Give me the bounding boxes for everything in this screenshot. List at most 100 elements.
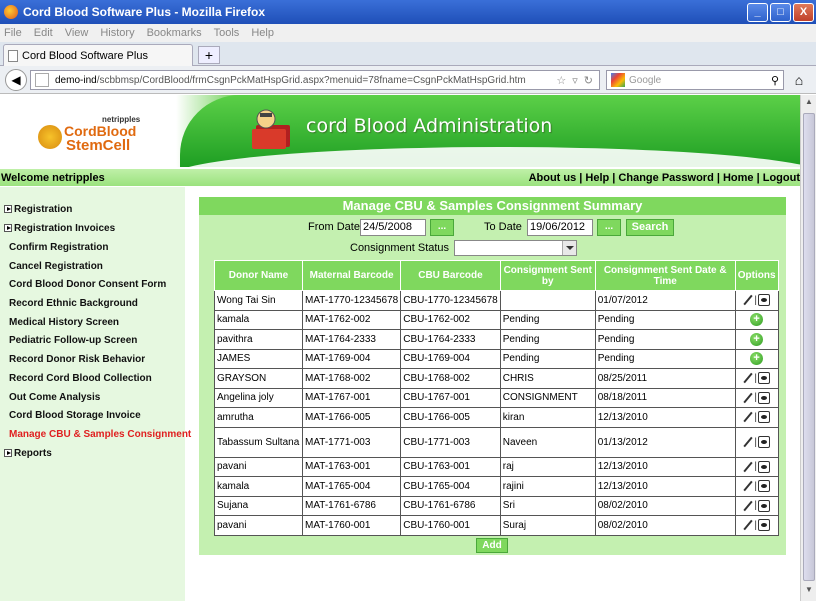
sidebar-item-cord-blood-collection[interactable]: Record Cord Blood Collection — [9, 373, 152, 384]
view-details-icon[interactable] — [757, 372, 770, 385]
navigation-bar: ◀ demo-ind/scbbmsp/CordBlood/frmCsgnPckM… — [0, 66, 816, 94]
donor-name-cell: Angelina joly — [214, 387, 303, 408]
scroll-thumb[interactable] — [803, 113, 815, 581]
bookmark-star-icon[interactable]: ☆ — [556, 74, 566, 87]
edit-pencil-icon[interactable] — [743, 437, 753, 447]
top-links[interactable]: About us | Help | Change Password | Home… — [529, 172, 800, 184]
add-consignment-icon[interactable]: + — [750, 352, 764, 366]
search-button[interactable]: Search — [626, 219, 674, 236]
add-consignment-icon[interactable]: + — [750, 332, 764, 346]
page-title: Manage CBU & Samples Consignment Summary — [199, 197, 786, 215]
chevron-down-icon[interactable] — [562, 241, 576, 255]
edit-pencil-icon[interactable] — [743, 295, 753, 305]
sidebar-item-storage-invoice[interactable]: Cord Blood Storage Invoice — [9, 410, 141, 421]
sidebar-item-registration-invoices[interactable]: Registration Invoices — [4, 223, 115, 234]
dropdown-arrow-icon[interactable]: ▿ — [572, 74, 578, 87]
cbu-barcode-cell: CBU-1769-004 — [400, 348, 501, 369]
menu-tools[interactable]: Tools — [214, 27, 240, 39]
from-date-input[interactable]: 24/5/2008 — [360, 219, 426, 236]
menu-file[interactable]: File — [4, 27, 22, 39]
sidebar-item-donor-risk[interactable]: Record Donor Risk Behavior — [9, 354, 145, 365]
maximize-button[interactable]: □ — [770, 2, 791, 22]
table-row: JAMES MAT-1769-004 CBU-1769-004 Pending Pend… — [214, 348, 779, 369]
menu-bookmarks[interactable]: Bookmarks — [147, 27, 202, 39]
view-details-icon[interactable] — [757, 460, 770, 473]
add-consignment-icon[interactable]: + — [750, 313, 764, 327]
view-details-icon[interactable] — [757, 436, 770, 448]
reload-icon[interactable]: ↻ — [584, 74, 593, 87]
site-identity-icon[interactable] — [35, 73, 49, 87]
sidebar-item-cancel-registration[interactable]: Cancel Registration — [9, 261, 103, 272]
sent-date-cell: 12/13/2010 — [594, 407, 736, 428]
maternal-barcode-cell: MAT-1764-2333 — [301, 329, 402, 350]
sidebar-item-manage-consignment[interactable]: Manage CBU & Samples Consignment — [9, 429, 191, 440]
header-maternal-barcode[interactable]: Maternal Barcode — [301, 260, 402, 291]
view-details-icon[interactable] — [757, 480, 770, 493]
expand-icon[interactable] — [4, 449, 12, 457]
cbu-barcode-cell: CBU-1760-001 — [400, 515, 501, 536]
consignment-panel: Manage CBU & Samples Consignment Summary… — [199, 197, 786, 555]
edit-pencil-icon[interactable] — [743, 520, 753, 530]
sidebar-item-reports[interactable]: Reports — [4, 448, 52, 459]
magnifier-icon[interactable]: ⚲ — [771, 74, 779, 87]
menu-help[interactable]: Help — [251, 27, 274, 39]
expand-icon[interactable] — [4, 224, 12, 232]
sidebar-item-donor-consent[interactable]: Cord Blood Donor Consent Form — [9, 279, 166, 290]
welcome-bar: Welcome netripples About us | Help | Cha… — [0, 169, 800, 186]
edit-pencil-icon[interactable] — [743, 501, 753, 511]
view-details-icon[interactable] — [757, 411, 770, 424]
tab-label: Cord Blood Software Plus — [22, 49, 148, 62]
tab-cord-blood[interactable]: Cord Blood Software Plus — [3, 44, 193, 66]
to-date-calendar-button[interactable]: ... — [597, 219, 621, 236]
sidebar-item-ethnic-background[interactable]: Record Ethnic Background — [9, 298, 138, 309]
sidebar-item-pediatric-followup[interactable]: Pediatric Follow-up Screen — [9, 335, 137, 346]
edit-pencil-icon[interactable] — [743, 462, 753, 472]
edit-pencil-icon[interactable] — [743, 481, 753, 491]
view-details-icon[interactable] — [757, 391, 770, 404]
add-button[interactable]: Add — [476, 538, 508, 553]
view-details-icon[interactable] — [757, 294, 770, 307]
banner-title: cord Blood Administration — [306, 115, 553, 137]
sidebar-item-medical-history[interactable]: Medical History Screen — [9, 317, 119, 328]
edit-pencil-icon[interactable] — [743, 412, 753, 422]
scroll-down-icon[interactable]: ▼ — [802, 585, 816, 599]
sent-date-cell: 01/13/2012 — [594, 426, 736, 458]
vertical-scrollbar[interactable]: ▲ ▼ — [800, 95, 816, 601]
donor-name-cell: pavithra — [214, 329, 303, 350]
header-cbu-barcode[interactable]: CBU Barcode — [400, 260, 501, 291]
close-button[interactable]: X — [793, 2, 814, 22]
header-consignment-sent-by[interactable]: Consignment Sent by — [499, 260, 596, 291]
header-consignment-sent-date[interactable]: Consignment Sent Date & Time — [594, 260, 736, 291]
header-donor-name[interactable]: Donor Name — [214, 260, 303, 291]
edit-pencil-icon[interactable] — [743, 393, 753, 403]
table-header-row: Donor Name Maternal Barcode CBU Barcode … — [214, 260, 779, 291]
maternal-barcode-cell: MAT-1765-004 — [301, 476, 402, 497]
sidebar-item-outcome-analysis[interactable]: Out Come Analysis — [9, 392, 100, 403]
cbu-barcode-cell: CBU-1764-2333 — [400, 329, 501, 350]
table-row: Tabassum Sultana MAT-1771-003 CBU-1771-003… — [214, 426, 779, 458]
view-details-icon[interactable] — [757, 519, 770, 532]
options-cell: | — [734, 476, 779, 497]
window-title: Cord Blood Software Plus - Mozilla Firef… — [23, 5, 266, 19]
minimize-button[interactable]: _ — [747, 2, 768, 22]
from-date-calendar-button[interactable]: ... — [430, 219, 454, 236]
expand-icon[interactable] — [4, 205, 12, 213]
view-details-icon[interactable] — [757, 499, 770, 512]
search-bar[interactable]: Google ⚲ — [606, 70, 784, 90]
separator: | — [754, 500, 757, 512]
sidebar-item-confirm-registration[interactable]: Confirm Registration — [9, 242, 108, 253]
separator: | — [754, 436, 757, 448]
sidebar-item-registration[interactable]: Registration — [4, 204, 72, 215]
google-icon[interactable] — [611, 73, 625, 87]
to-date-input[interactable]: 19/06/2012 — [527, 219, 593, 236]
consignment-status-select[interactable] — [454, 240, 577, 256]
home-icon[interactable]: ⌂ — [790, 72, 808, 88]
edit-pencil-icon[interactable] — [743, 373, 753, 383]
back-arrow-icon[interactable]: ◀ — [5, 69, 27, 91]
scroll-up-icon[interactable]: ▲ — [802, 97, 816, 111]
new-tab-button[interactable]: + — [198, 46, 220, 64]
menu-view[interactable]: View — [65, 27, 89, 39]
menu-edit[interactable]: Edit — [34, 27, 53, 39]
url-bar[interactable]: demo-ind/scbbmsp/CordBlood/frmCsgnPckMat… — [30, 70, 600, 90]
menu-history[interactable]: History — [100, 27, 134, 39]
